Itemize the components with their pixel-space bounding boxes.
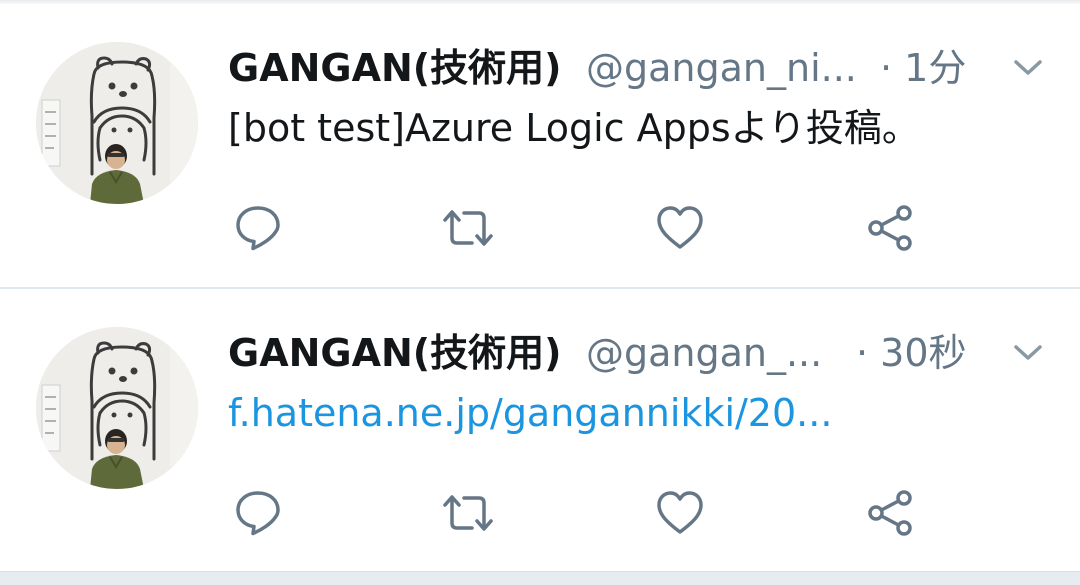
retweet-icon bbox=[443, 495, 493, 531]
tweet-menu-caret-icon[interactable] bbox=[1010, 341, 1046, 365]
reply-button[interactable] bbox=[230, 485, 286, 541]
retweet-icon bbox=[443, 210, 493, 246]
like-button[interactable] bbox=[652, 485, 708, 541]
tweet-card[interactable]: GANGAN(技術用) @gangan_ni... · 1分 [bot test… bbox=[0, 4, 1080, 288]
retweet-button[interactable] bbox=[440, 200, 496, 256]
share-button[interactable] bbox=[862, 485, 918, 541]
user-handle[interactable]: @gangan_... bbox=[586, 325, 822, 381]
avatar-image bbox=[36, 327, 198, 489]
avatar[interactable] bbox=[36, 327, 198, 489]
tweet-actions bbox=[0, 200, 1080, 256]
like-button[interactable] bbox=[652, 200, 708, 256]
display-name[interactable]: GANGAN(技術用) bbox=[228, 325, 562, 381]
timeline-footer-band bbox=[0, 571, 1080, 585]
display-name[interactable]: GANGAN(技術用) bbox=[228, 40, 562, 96]
tweet-text: [bot test]Azure Logic Appsより投稿。 bbox=[228, 106, 920, 150]
avatar-image bbox=[36, 42, 198, 204]
reply-icon bbox=[236, 491, 280, 536]
heart-icon bbox=[657, 491, 703, 534]
retweet-button[interactable] bbox=[440, 485, 496, 541]
heart-icon bbox=[657, 206, 703, 249]
tweet-actions bbox=[0, 485, 1080, 541]
timestamp[interactable]: · 30秒 bbox=[856, 325, 967, 381]
reply-icon bbox=[236, 206, 280, 251]
share-icon bbox=[868, 205, 912, 251]
tweet-header: GANGAN(技術用) @gangan_ni... · 1分 bbox=[228, 40, 988, 96]
avatar[interactable] bbox=[36, 42, 198, 204]
share-icon bbox=[868, 490, 912, 536]
timestamp[interactable]: · 1分 bbox=[880, 40, 966, 96]
tweet-link[interactable]: f.hatena.ne.jp/gangannikki/20... bbox=[228, 385, 832, 441]
tweet-menu-caret-icon[interactable] bbox=[1010, 56, 1046, 80]
user-handle[interactable]: @gangan_ni... bbox=[586, 40, 857, 96]
tweet-header: GANGAN(技術用) @gangan_... · 30秒 bbox=[228, 325, 988, 381]
timeline: GANGAN(技術用) @gangan_ni... · 1分 [bot test… bbox=[0, 0, 1080, 585]
tweet-card[interactable]: GANGAN(技術用) @gangan_... · 30秒 f.hatena.n… bbox=[0, 289, 1080, 573]
reply-button[interactable] bbox=[230, 200, 286, 256]
share-button[interactable] bbox=[862, 200, 918, 256]
